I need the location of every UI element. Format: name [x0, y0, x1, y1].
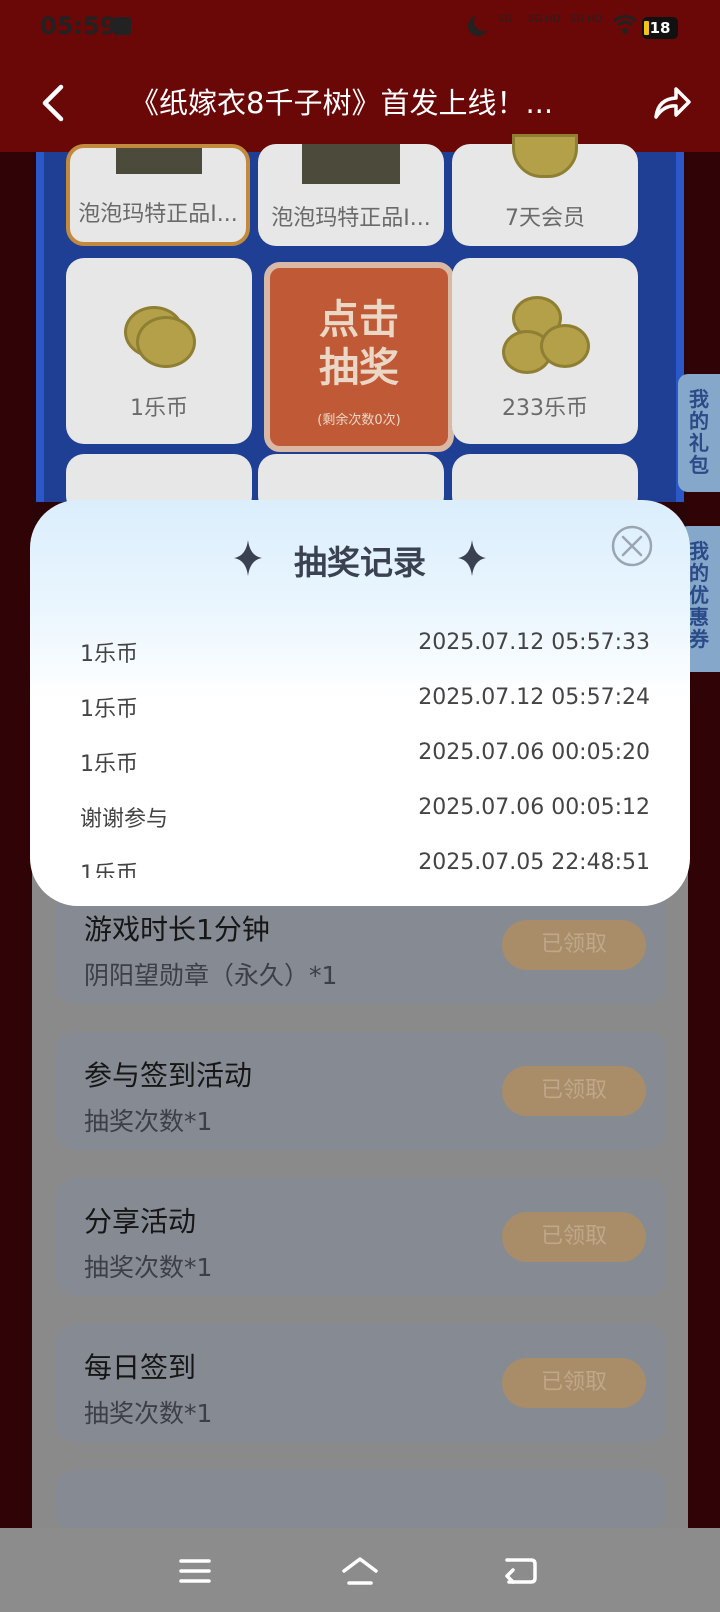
draw-button-label: 点击 抽奖 — [270, 296, 448, 392]
record-list[interactable]: 1乐币 2025.07.12 05:57:33 1乐币 2025.07.12 0… — [80, 630, 650, 878]
prize-image — [116, 148, 202, 174]
page-title: 《纸嫁衣8千子树》首发上线！... — [130, 86, 554, 120]
return-button[interactable] — [495, 1546, 545, 1596]
back-icon — [42, 84, 64, 122]
dialog-title: 抽奖记录 — [294, 543, 426, 582]
record-row: 谢谢参与 2025.07.06 00:05:12 — [80, 795, 650, 850]
prize-cell-popmart-1[interactable]: 泡泡玛特正品I... — [66, 144, 250, 246]
record-row: 1乐币 2025.07.12 05:57:33 — [80, 630, 650, 685]
lottery-record-dialog: 抽奖记录 1乐币 2025.07.12 05:57:33 1乐币 2025.07… — [30, 500, 690, 906]
wifi-icon — [613, 15, 637, 34]
my-coupons-label: 我的优惠券 — [689, 539, 709, 651]
task-reward: 抽奖次数*1 — [84, 1253, 213, 1282]
home-button[interactable] — [335, 1546, 385, 1596]
task-name: 分享活动 — [84, 1205, 197, 1238]
draw-label-line2: 抽奖 — [319, 345, 399, 391]
signal-label-3: 5G HD — [570, 14, 603, 25]
prize-cell-popmart-2[interactable]: 泡泡玛特正品I... — [258, 144, 444, 246]
remaining-draws: (剩余次数0次) — [317, 413, 401, 428]
signal-label-1: 5G — [498, 14, 513, 25]
prize-label: 1乐币 — [130, 396, 188, 421]
draw-button[interactable]: 点击 抽奖 (剩余次数0次) — [264, 262, 454, 452]
task-reward: 抽奖次数*1 — [84, 1399, 213, 1428]
claimed-button[interactable]: 已领取 — [502, 1212, 646, 1262]
prize-label: 泡泡玛特正品I... — [271, 206, 431, 231]
task-item: 每日签到 抽奖次数*1 已领取 — [56, 1324, 666, 1442]
my-gifts-label: 我的礼包 — [689, 387, 709, 477]
system-nav-bar — [0, 1528, 720, 1612]
close-button[interactable] — [610, 524, 654, 568]
prize-cell-membership[interactable]: 7天会员 — [452, 134, 638, 246]
back-button[interactable] — [30, 78, 74, 128]
app-header: 05:59 5G 5G HD 5G HD 18 《纸嫁衣8千子树》首发上线！..… — [0, 0, 720, 152]
prize-image — [302, 144, 400, 184]
record-time: 2025.07.12 05:57:33 — [418, 630, 650, 655]
task-name: 游戏时长1分钟 — [84, 913, 270, 946]
sparkle-icon — [458, 540, 486, 576]
claimed-button[interactable]: 已领取 — [502, 920, 646, 970]
do-not-disturb-icon — [468, 13, 492, 36]
record-prize: 1乐币 — [80, 862, 138, 878]
task-name: 每日签到 — [84, 1351, 197, 1384]
record-row: 1乐币 2025.07.12 05:57:24 — [80, 685, 650, 740]
task-item: 参与签到活动 抽奖次数*1 已领取 — [56, 1032, 666, 1150]
my-gifts-tab[interactable]: 我的礼包 — [678, 374, 720, 492]
status-bar: 05:59 5G 5G HD 5G HD 18 — [0, 0, 720, 52]
menu-icon — [179, 1559, 211, 1583]
task-reward: 阴阳望勋章（永久）*1 — [84, 961, 338, 990]
prize-board: 泡泡玛特正品I... 泡泡玛特正品I... 7天会员 1乐币 点击 抽奖 (剩余… — [36, 134, 684, 514]
status-time: 05:59 — [40, 12, 117, 40]
menu-button[interactable] — [170, 1546, 220, 1596]
record-time: 2025.07.06 00:05:20 — [418, 740, 650, 765]
claimed-button[interactable]: 已领取 — [502, 1066, 646, 1116]
task-name: 参与签到活动 — [84, 1059, 253, 1092]
return-icon — [505, 1558, 537, 1584]
task-item — [56, 1470, 666, 1530]
record-prize: 1乐币 — [80, 642, 138, 667]
right-edge — [688, 152, 720, 1528]
prize-label: 233乐币 — [502, 396, 588, 421]
share-icon — [654, 87, 691, 119]
coin-icon — [136, 316, 196, 368]
share-button[interactable] — [650, 78, 694, 128]
prize-cell-1-coin[interactable]: 1乐币 — [66, 258, 252, 444]
signal-label-2: 5G HD — [528, 14, 561, 25]
nav-bar: 《纸嫁衣8千子树》首发上线！... — [0, 66, 720, 140]
claimed-button[interactable]: 已领取 — [502, 1358, 646, 1408]
coin-icon — [540, 324, 590, 368]
record-time: 2025.07.12 05:57:24 — [418, 685, 650, 710]
task-list: 游戏时长1分钟 阴阳望勋章（永久）*1 已领取 参与签到活动 抽奖次数*1 已领… — [32, 872, 688, 1530]
task-item: 分享活动 抽奖次数*1 已领取 — [56, 1178, 666, 1296]
left-edge — [0, 152, 32, 1528]
draw-label-line1: 点击 — [319, 297, 399, 343]
prize-label: 泡泡玛特正品I... — [78, 202, 238, 227]
battery-indicator: 18 — [642, 17, 678, 39]
record-prize: 1乐币 — [80, 752, 138, 777]
notification-icon — [113, 17, 131, 35]
record-time: 2025.07.05 22:48:51 — [418, 850, 650, 875]
record-time: 2025.07.06 00:05:12 — [418, 795, 650, 820]
record-row: 1乐币 2025.07.06 00:05:20 — [80, 740, 650, 795]
home-icon — [342, 1557, 378, 1585]
record-prize: 1乐币 — [80, 697, 138, 722]
prize-cell-233-coin[interactable]: 233乐币 — [452, 258, 638, 444]
task-reward: 抽奖次数*1 — [84, 1107, 213, 1136]
record-prize: 谢谢参与 — [80, 807, 169, 832]
prize-label: 7天会员 — [505, 206, 585, 231]
record-row: 1乐币 2025.07.05 22:48:51 — [80, 850, 650, 878]
membership-icon — [512, 134, 578, 178]
